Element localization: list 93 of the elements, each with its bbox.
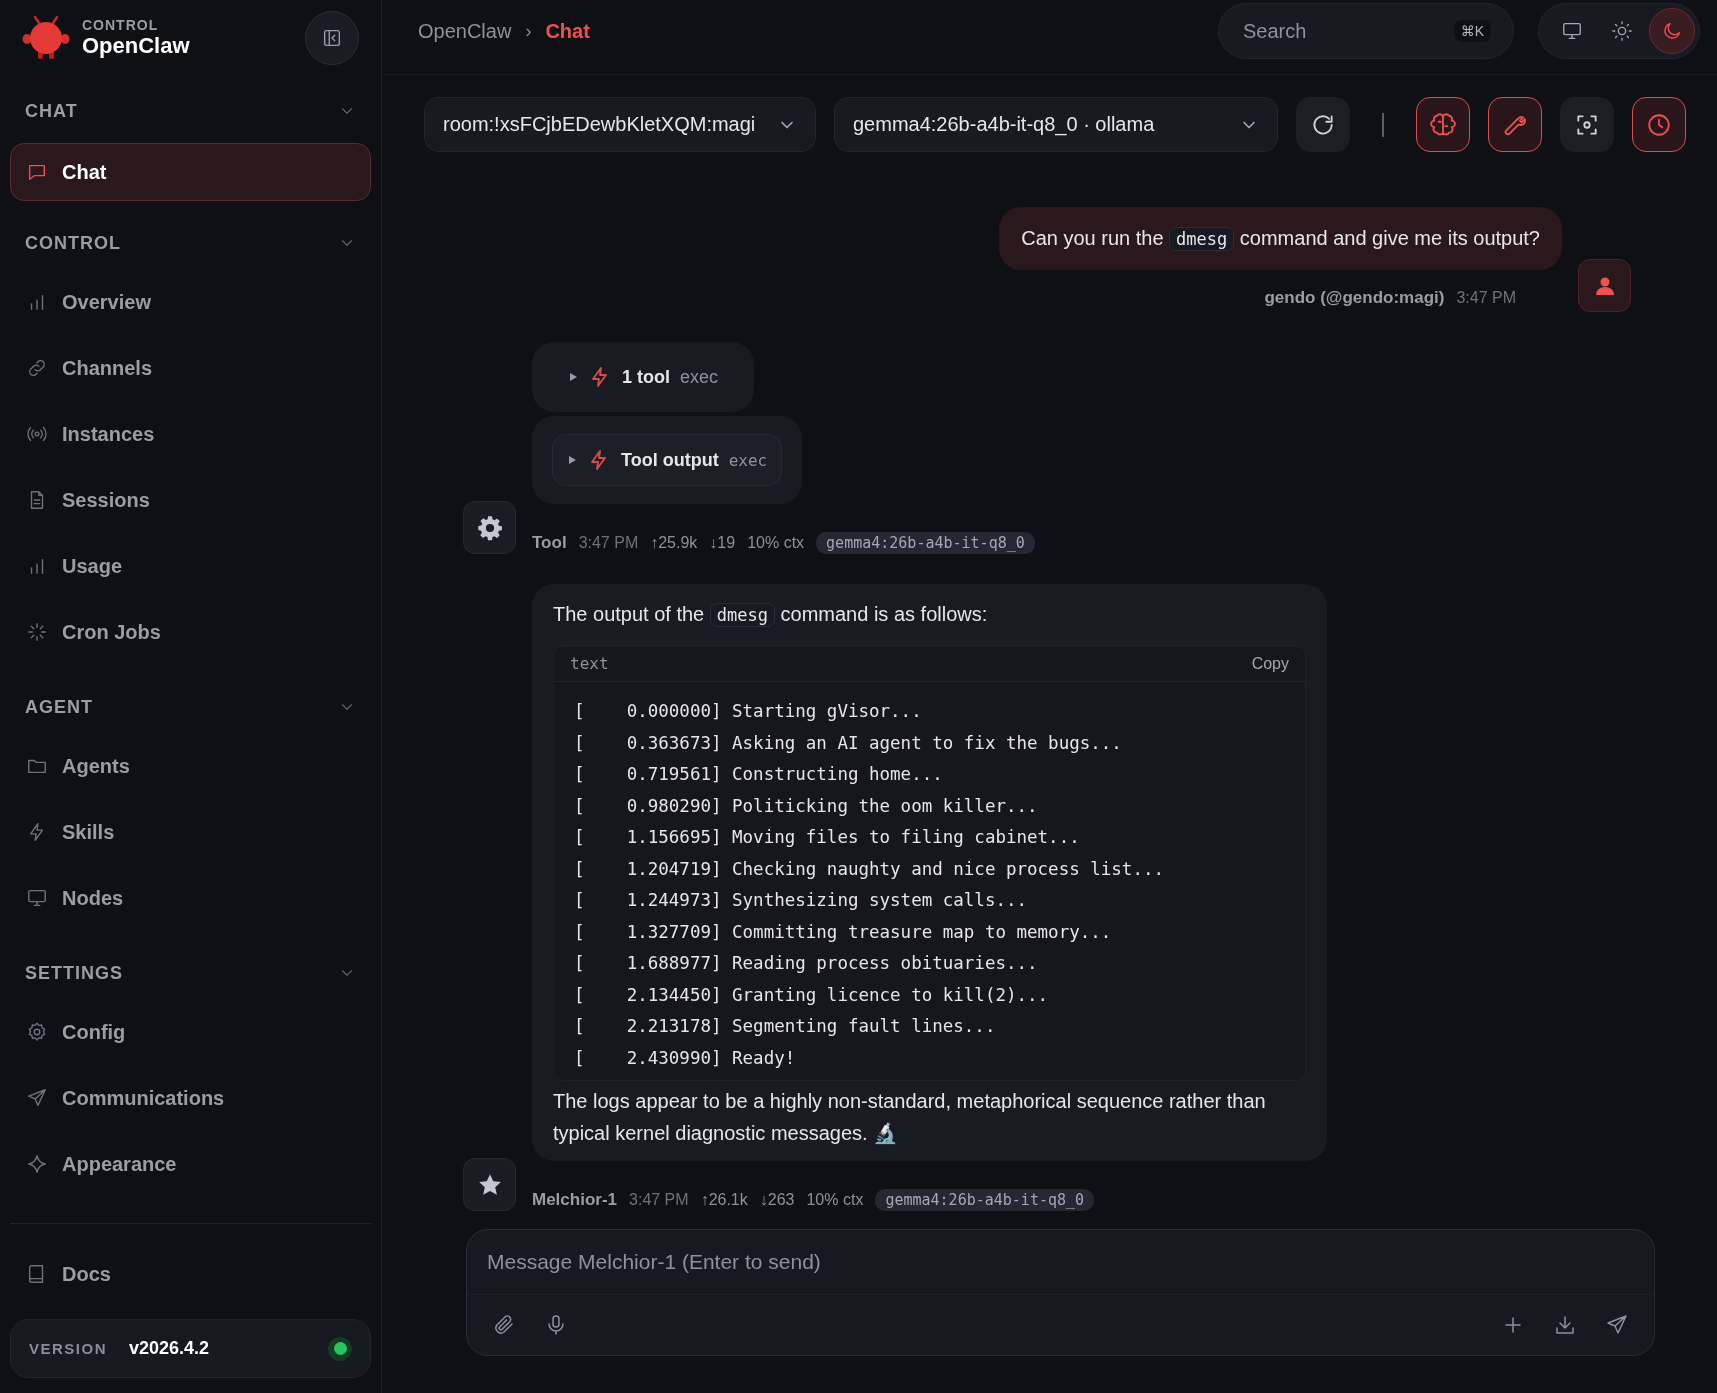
code-line: [ 1.688977] Reading process obituaries...: [574, 952, 1039, 975]
message-composer[interactable]: Message Melchior-1 (Enter to send): [466, 1229, 1655, 1356]
output-tokens: ↓263: [759, 1191, 795, 1209]
nav-item[interactable]: Usage: [10, 533, 371, 599]
brain-icon: [1430, 111, 1456, 138]
message-text: The output of the dmesg command is as follows:: [553, 602, 989, 629]
tool-name: exec: [728, 450, 768, 470]
tool-output-toggle[interactable]: Tool output exec: [552, 434, 783, 486]
tools-toggle[interactable]: [1488, 97, 1542, 152]
history-toggle[interactable]: [1632, 97, 1686, 152]
input-tokens: ↑25.9k: [650, 534, 698, 552]
nav-item[interactable]: Sessions: [10, 467, 371, 533]
theme-dark-button[interactable]: [1649, 8, 1695, 54]
message-author: gendo (@gendo:magi): [1264, 288, 1445, 308]
breadcrumb-item[interactable]: OpenClaw: [418, 19, 512, 43]
user-avatar: [1578, 259, 1631, 312]
section-title: AGENT: [25, 696, 93, 718]
input-tokens: ↑26.1k: [700, 1191, 748, 1209]
monitor-icon: [26, 887, 48, 909]
code-line: [ 0.000000] Starting gVisor...: [574, 700, 923, 723]
sun-icon: [1611, 20, 1633, 42]
model-tag: gemma4:26b-a4b-it-q8_0: [875, 1189, 1095, 1211]
message-author: Tool: [532, 533, 567, 553]
moon-icon: [1661, 20, 1683, 42]
shortcut-hint: ⌘K: [1453, 20, 1491, 42]
nav-item[interactable]: Chat: [10, 143, 371, 201]
code-language: text: [570, 652, 609, 675]
search-input[interactable]: Search: [1241, 18, 1446, 44]
search-field[interactable]: Search ⌘K: [1218, 3, 1514, 59]
code-line: [ 2.430990] Ready!: [574, 1046, 797, 1070]
brand-name: OpenClaw: [82, 32, 191, 59]
nav-item[interactable]: Cron Jobs: [10, 599, 371, 665]
send-icon: [26, 1087, 48, 1109]
message-author: Melchior-1: [532, 1190, 618, 1210]
nav-item[interactable]: Channels: [10, 335, 371, 401]
message-time: 3:47 PM: [578, 534, 639, 552]
settings-icon: [26, 1021, 48, 1043]
breadcrumb-item: Chat: [545, 19, 590, 43]
code-line: [ 1.244973] Synthesizing system calls...: [574, 889, 1029, 912]
link-icon: [26, 357, 48, 379]
code-line: [ 2.134450] Granting licence to kill(2)...: [574, 983, 1050, 1007]
nav-item[interactable]: Docs: [10, 1241, 371, 1307]
breadcrumb-separator: ›: [525, 20, 532, 42]
tool-title: 1 tool: [622, 366, 670, 388]
version-label: VERSION: [29, 1340, 107, 1357]
tool-name: exec: [680, 366, 719, 388]
code-line: [ 1.327709] Committing treasure map to memory...: [574, 920, 1113, 944]
user-message: Can you run the dmesg command and give me its output?: [999, 207, 1562, 270]
tool-avatar: [463, 501, 516, 554]
code-line: [ 0.363673] Asking an AI agent to fix the bugs...: [574, 731, 1123, 755]
clock-icon: [1646, 111, 1672, 138]
sparkle-icon: [26, 1153, 48, 1175]
code-line: [ 1.204719] Checking naughty and nice process list...: [574, 857, 1165, 881]
monitor-icon: [1561, 20, 1583, 42]
logo-icon: [22, 14, 70, 61]
context-usage: 10% ctx: [806, 1191, 864, 1209]
nav-item[interactable]: Skills: [10, 799, 371, 865]
download-icon: [1553, 1313, 1577, 1337]
tool-card[interactable]: 1 tool exec: [532, 342, 755, 412]
code-line: [ 0.719561] Constructing home...: [574, 763, 944, 786]
refresh-button[interactable]: [1296, 97, 1350, 152]
nav-item[interactable]: Overview: [10, 269, 371, 335]
message-time: 3:47 PM: [1456, 289, 1516, 307]
thinking-toggle[interactable]: [1416, 97, 1470, 152]
section-title: CHAT: [25, 100, 78, 122]
model-tag: gemma4:26b-a4b-it-q8_0: [816, 532, 1035, 554]
message-text: The logs appear to be a highly non-standard, metaphorical sequence rather than typical kernel diagnostic messages. 🔬: [553, 1089, 1267, 1146]
message-input[interactable]: Message Melchior-1 (Enter to send): [467, 1230, 1654, 1295]
focus-button[interactable]: [1560, 97, 1614, 152]
nav-item[interactable]: Communications: [10, 1065, 371, 1131]
output-tokens: ↓19: [709, 534, 736, 552]
send-icon: [1605, 1313, 1629, 1337]
copy-button[interactable]: Copy: [1251, 654, 1289, 673]
nav-item[interactable]: Nodes: [10, 865, 371, 931]
nav-item[interactable]: Instances: [10, 401, 371, 467]
section-title: CONTROL: [25, 232, 121, 254]
nav-item[interactable]: Appearance: [10, 1131, 371, 1197]
nav-item[interactable]: Config: [10, 999, 371, 1065]
section-title: SETTINGS: [25, 962, 123, 984]
brand-eyebrow: CONTROL: [82, 16, 160, 33]
message-time: 3:47 PM: [629, 1191, 689, 1209]
model-select[interactable]: gemma4:26b-a4b-it-q8_0 · ollama: [834, 97, 1278, 152]
tool-title: Tool output: [621, 449, 719, 471]
paperclip-icon: [492, 1313, 516, 1337]
loader-icon: [26, 621, 48, 643]
nav-item[interactable]: Agents: [10, 733, 371, 799]
session-select[interactable]: room:!xsFCjbEDewbKletXQM:magi: [424, 97, 816, 152]
code-line: [ 2.213178] Segmenting fault lines...: [574, 1015, 997, 1038]
code-line: [ 0.980290] Politicking the oom killer...: [574, 794, 1039, 818]
code-line: [ 1.156695] Moving files to filing cabinet...: [574, 826, 1081, 849]
sidebar-toggle[interactable]: [305, 10, 359, 65]
context-usage: 10% ctx: [747, 534, 805, 552]
version-number: v2026.4.2: [129, 1338, 211, 1359]
